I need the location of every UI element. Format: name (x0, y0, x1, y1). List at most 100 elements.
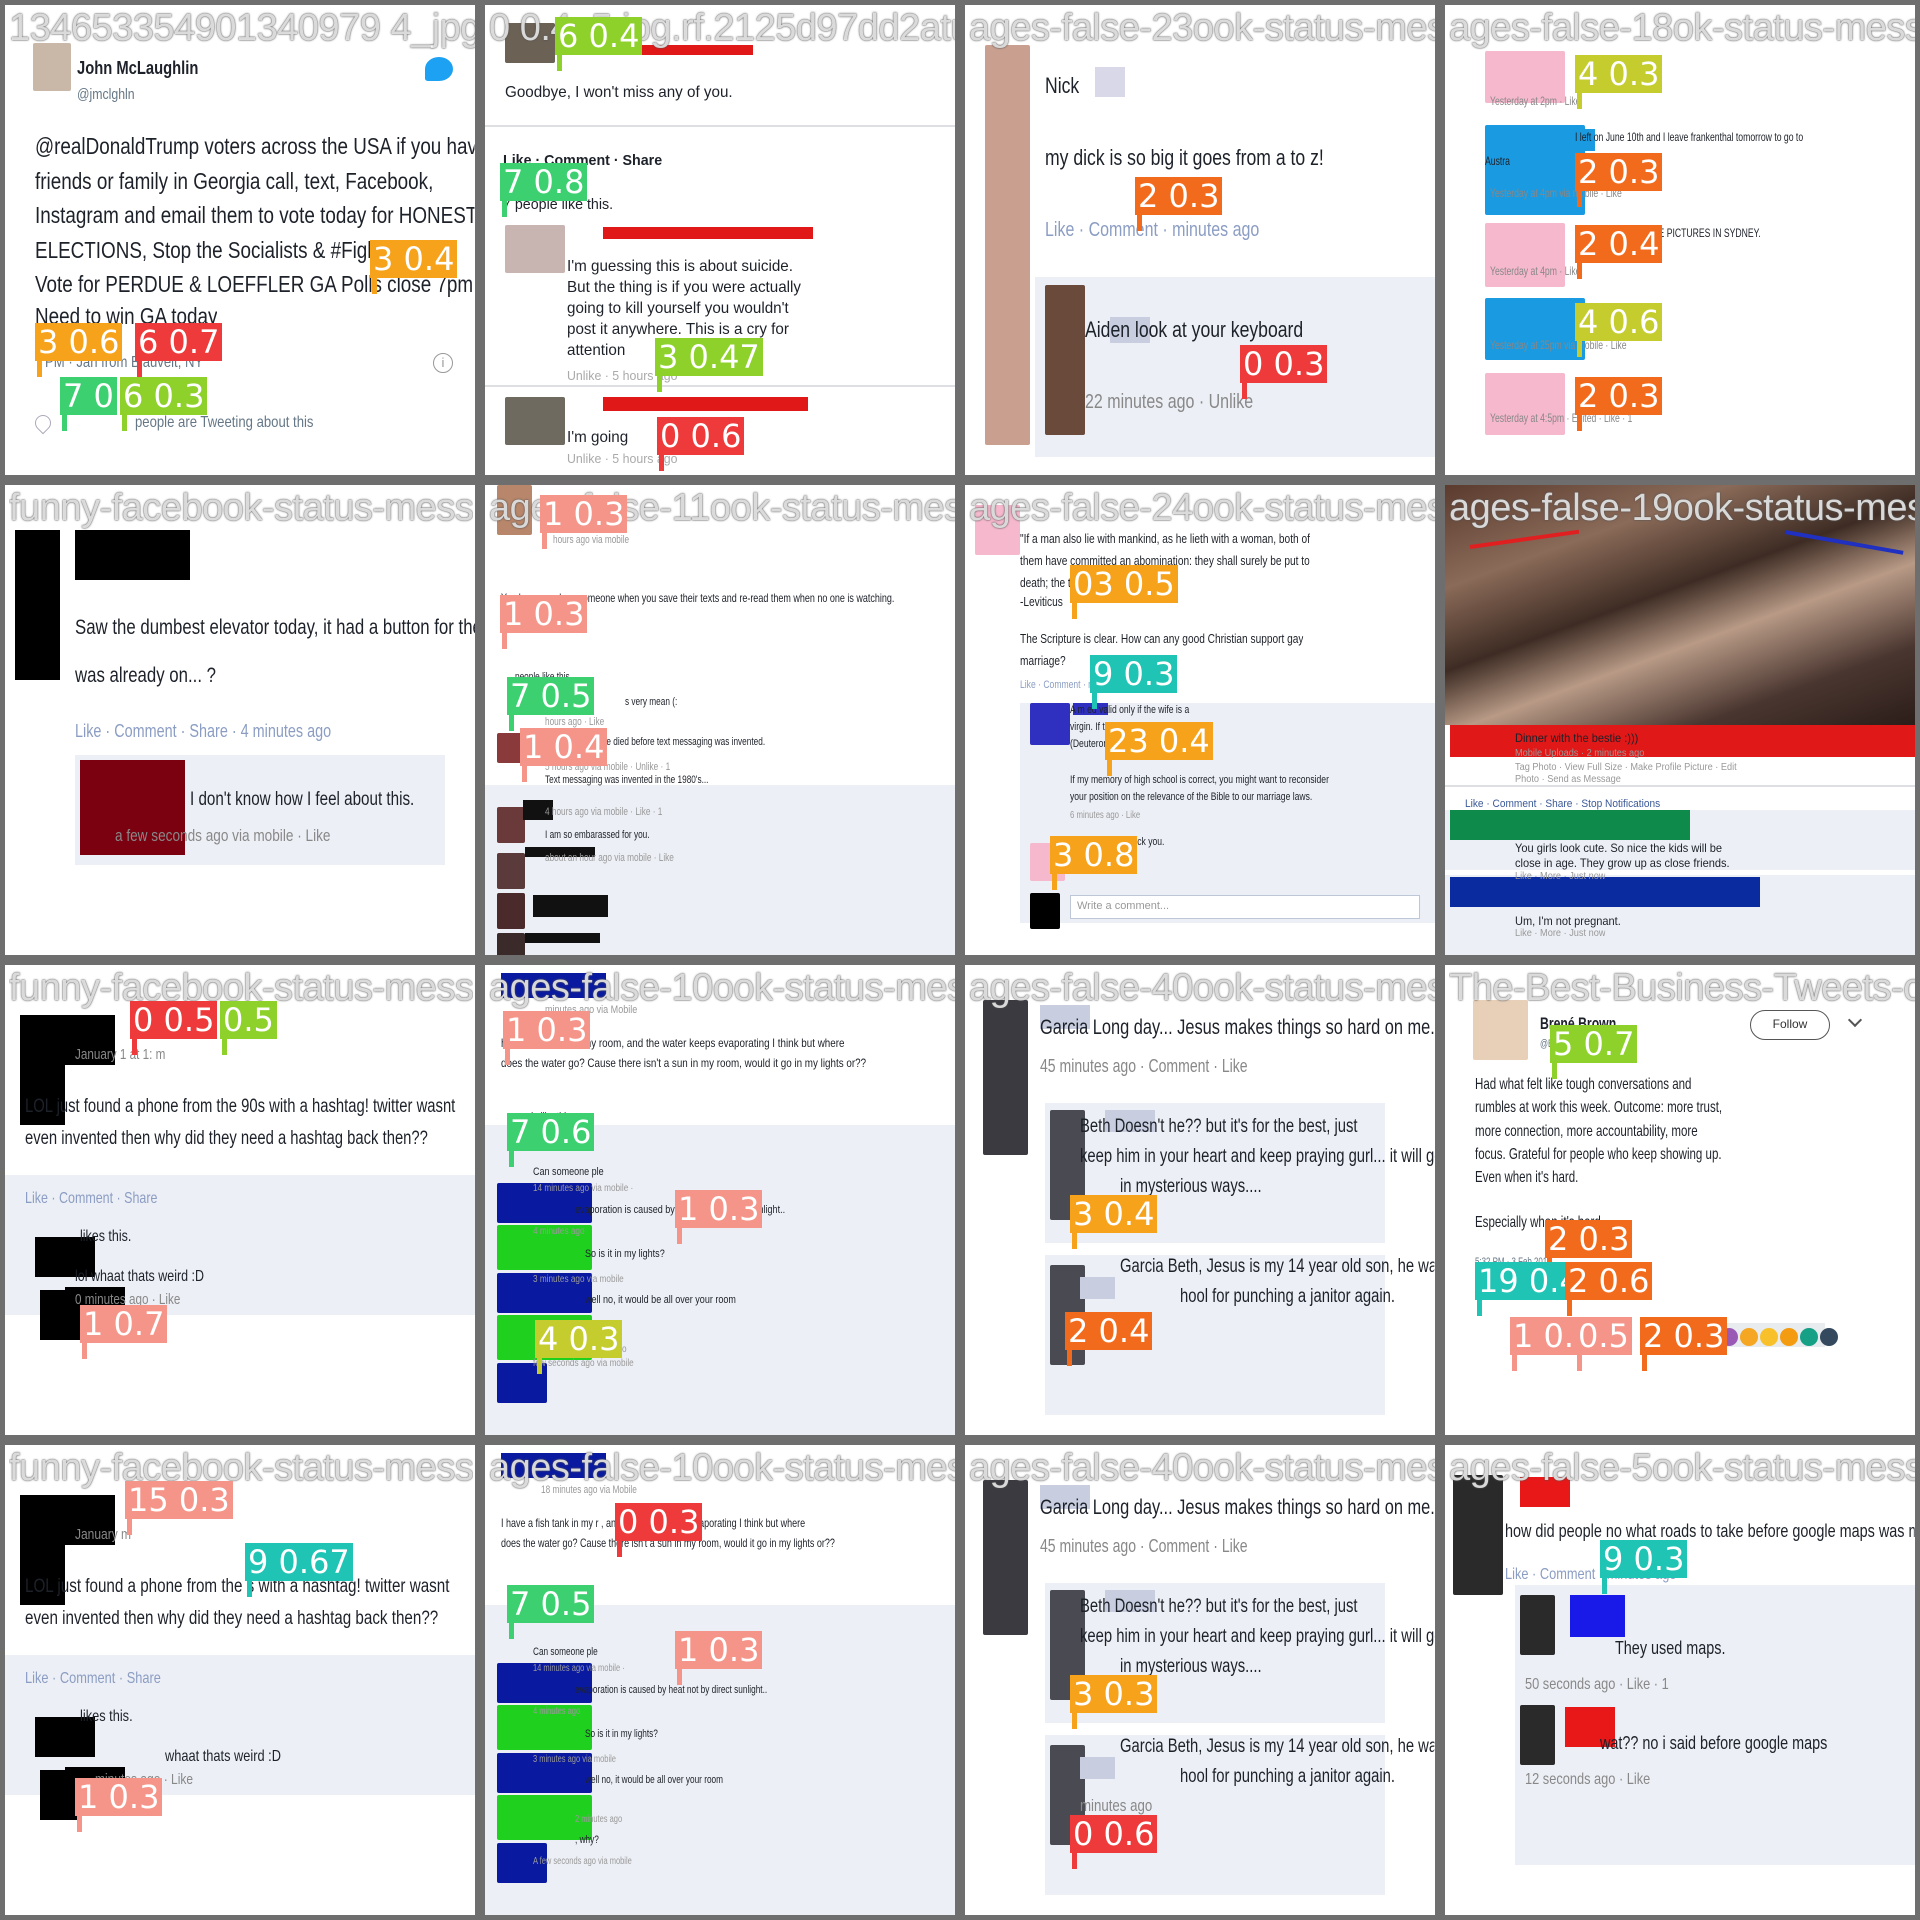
post-text-line: more connection, more accountability, mo… (1475, 1123, 1698, 1140)
detection-box-edge (1577, 93, 1582, 109)
avatar (33, 43, 71, 91)
detection-label: 2 0.4 (1065, 1312, 1153, 1350)
detection-box-edge (1577, 415, 1582, 431)
detection-box-edge (617, 1541, 622, 1557)
post-text-line: close in age. They grow up as close frie… (1515, 856, 1730, 870)
detection-box-edge (1072, 1713, 1077, 1729)
detection-label: 9 0.67 (245, 1543, 353, 1581)
post-text-line: 14 minutes ago via mobile · (533, 1183, 634, 1194)
avatar (1520, 1595, 1555, 1655)
post-text-line: about an hour ago via mobile · Like (545, 852, 674, 864)
detection-box-edge (1512, 1355, 1517, 1371)
write-comment-input[interactable]: Write a comment... (1070, 895, 1420, 919)
detection-label: 2 0.3 (1545, 1220, 1633, 1258)
post-text-line: "If a man also lie with mankind, as he l… (1020, 531, 1310, 546)
post-text-line: A few seconds ago via mobile (533, 1856, 632, 1867)
detection-box-edge (657, 376, 662, 392)
info-icon[interactable]: i (433, 353, 453, 373)
mosaic-tile: Garcia Long day... Jesus makes things so… (960, 1440, 1440, 1920)
post-text-line: evaporation is caused by heat not by dir… (575, 1684, 768, 1696)
post-text-line: 18 minutes ago via Mobile (541, 1484, 637, 1496)
post-text-line: going to kill yourself you wouldn't (567, 300, 789, 317)
detection-label: 2 0.3 (1575, 153, 1663, 191)
post-text-line: Instagram and email them to vote today f… (35, 202, 475, 228)
tile-filename: ages-false-18ok-status-mess (1449, 7, 1919, 49)
post-text-line: Garcia Beth, Jesus is my 14 year old son… (1120, 1736, 1435, 1757)
post-text-line: 3 minutes ago via mobile (533, 1274, 624, 1285)
liker-avatar[interactable] (1740, 1328, 1758, 1346)
post-text-line: Dinner with the bestie :))) (1515, 731, 1639, 745)
post-text-line: ELECTIONS, Stop the Socialists & #FightF… (35, 237, 423, 263)
detection-box-edge (542, 533, 547, 549)
post-text-line: I'm guessing this is about suicide. (567, 258, 793, 275)
avatar-blurred (985, 45, 1030, 445)
detection-box-edge (509, 1623, 514, 1639)
liker-avatar[interactable] (1760, 1328, 1778, 1346)
detection-box-edge (1242, 383, 1247, 399)
liker-avatar[interactable] (1780, 1328, 1798, 1346)
post-text-line: friends or family in Georgia call, text,… (35, 168, 434, 194)
post-text-line: well no, it would be all over your room (585, 1294, 736, 1306)
redaction (1080, 1757, 1115, 1779)
detection-box-edge (77, 1816, 82, 1832)
post-text-line: I am so embarassed for you. (545, 829, 650, 841)
detection-label: 6 0.3 (120, 377, 208, 415)
detection-box-edge (1072, 1233, 1077, 1249)
detection-box-edge (502, 633, 507, 649)
tile-filename: 134653354901340979 4_jpg.rf.e99c (9, 7, 479, 49)
post-text-line: Photo · Send as Message (1515, 774, 1621, 785)
detection-box-edge (1567, 1300, 1572, 1316)
detection-label: 7 0.8 (500, 163, 588, 201)
detection-label: 23 0.4 (1105, 722, 1213, 760)
chevron-down-icon[interactable] (1847, 1012, 1863, 1028)
post-text-line: Beth Doesn't he?? but it's for the best,… (1080, 1116, 1358, 1137)
post-text-line: 50 seconds ago · Like · 1 (1525, 1676, 1669, 1693)
post-text-line: even invented then why did they need a h… (25, 1128, 428, 1149)
detection-box-edge (677, 1669, 682, 1685)
detection-label: 6 0.7 (135, 323, 223, 361)
mosaic-tile: Nick my dick is so big it goes from a to … (960, 0, 1440, 480)
post-text-line: , why? (575, 1834, 599, 1846)
detection-label: 1 0.3 (500, 595, 588, 633)
detection-box-edge (127, 1519, 132, 1535)
detection-label: 7 0.6 (507, 1113, 595, 1151)
post-text-line: Like · Comment · Share · 4 minutes ago (75, 721, 332, 741)
post-text-line: So is it in my lights? (585, 1728, 658, 1740)
redaction (1450, 810, 1690, 840)
detection-box-edge (62, 415, 67, 431)
detection-box-edge (137, 361, 142, 377)
divider (485, 385, 955, 387)
detection-box-edge (247, 1581, 252, 1597)
detection-box-edge (1092, 693, 1097, 709)
tile-filename: ages-false-24ook-status-mess (969, 487, 1439, 529)
post-text-line: Garcia Long day... Jesus makes things so… (1040, 1496, 1435, 1519)
detection-label: 0.5 (1575, 1317, 1632, 1355)
detection-label: 0 0.3 (615, 1503, 703, 1541)
detection-box-edge (1072, 603, 1077, 619)
liker-avatar[interactable] (1800, 1328, 1818, 1346)
post-text-line: But the thing is if you were actually (567, 279, 802, 296)
post-text-line: s very mean (: (625, 696, 678, 708)
avatar (1453, 1475, 1503, 1595)
detection-box-edge (522, 766, 527, 782)
post-text-line: They used maps. (1615, 1638, 1726, 1658)
mosaic-tile: Write a comment... "If a man also lie wit… (960, 480, 1440, 960)
redaction (603, 397, 808, 411)
post-text-line: marriage? (1020, 653, 1066, 668)
post-text-line: 22 minutes ago · Unlike (1085, 391, 1254, 413)
redaction (1080, 1277, 1115, 1299)
post-text-line: 3 minutes ago via mobile (533, 1754, 616, 1765)
avatar (497, 807, 525, 843)
header-bar (501, 1453, 606, 1478)
follow-button[interactable]: Follow (1750, 1010, 1830, 1040)
heart-icon[interactable] (31, 411, 55, 435)
post-text-line: I'm going (567, 429, 629, 446)
detection-label: 3 0.4 (370, 240, 458, 278)
redaction (525, 933, 600, 943)
mosaic-tile: Dinner with the bestie :))) Mobile Upload… (1440, 480, 1920, 960)
detection-label: 3 0.3 (1070, 1675, 1158, 1713)
liker-avatar[interactable] (1820, 1328, 1838, 1346)
post-text-line: Goodbye, I won't miss any of you. (505, 84, 733, 101)
post-text-line: Saw the dumbest elevator today, it had a… (75, 616, 475, 639)
avatar-redacted (15, 530, 60, 680)
